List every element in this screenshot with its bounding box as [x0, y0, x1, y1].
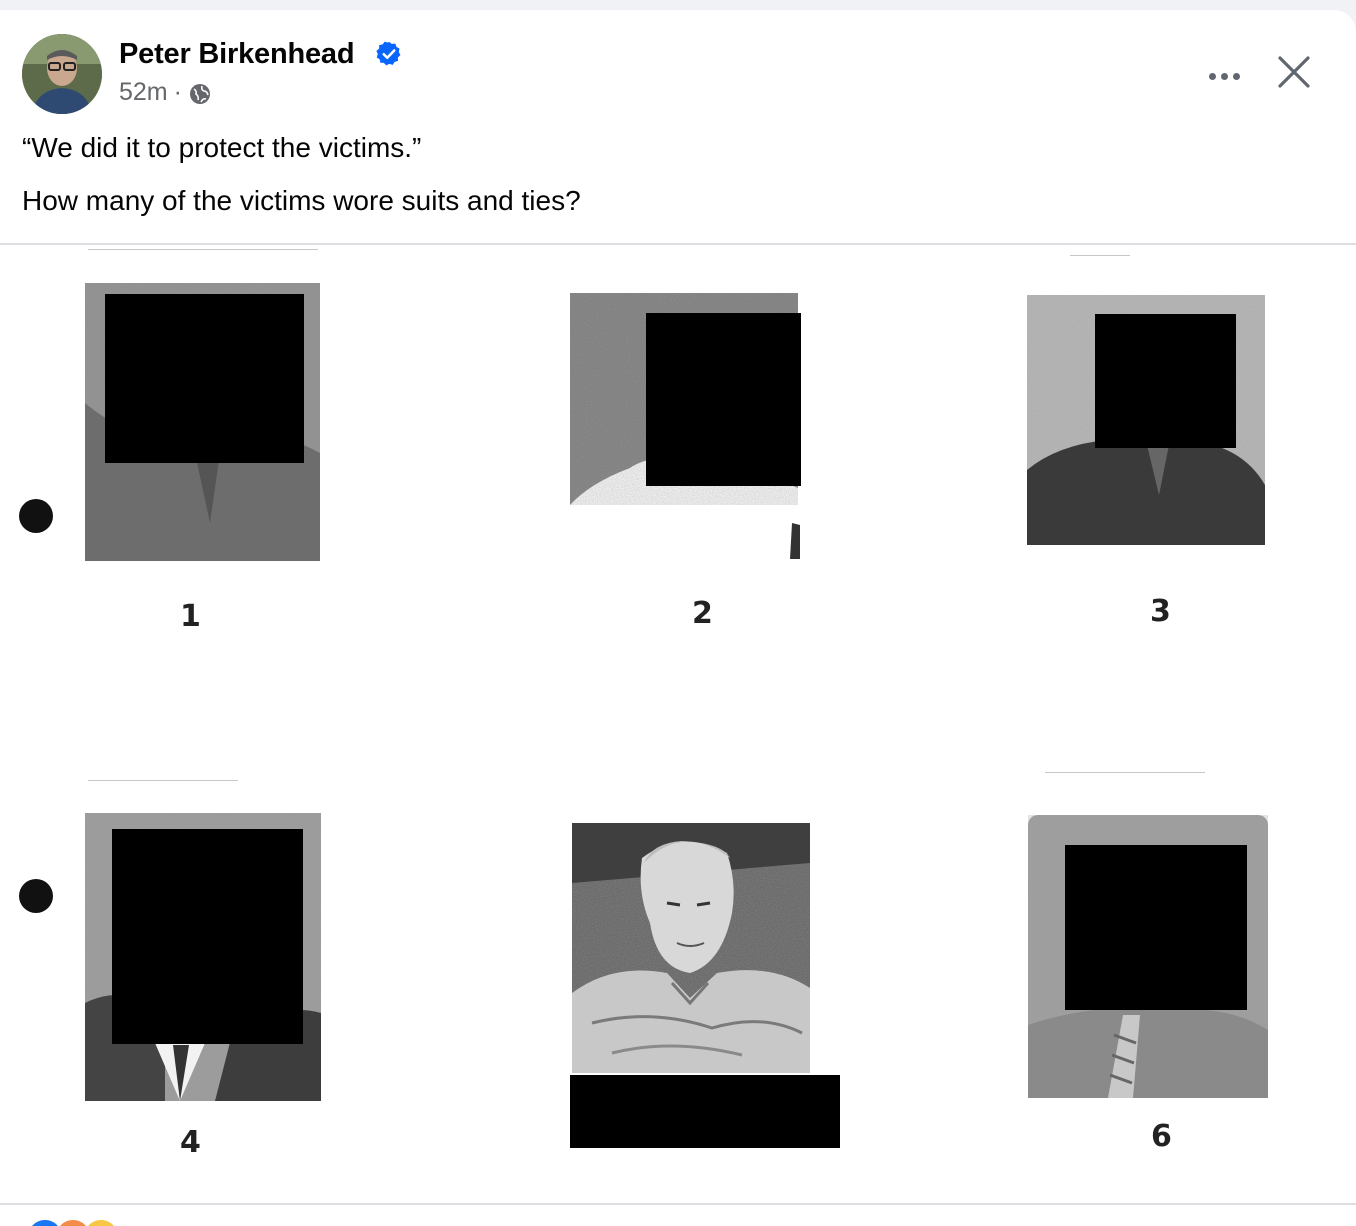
post-text-line-1: “We did it to protect the victims.” [22, 132, 422, 163]
scan-line [88, 249, 318, 250]
more-dot [1232, 72, 1240, 80]
lineup-label-3: 3 [1150, 594, 1171, 629]
redaction-box [105, 294, 304, 463]
redaction-box [1095, 314, 1236, 448]
lineup-label-4: 4 [180, 1125, 201, 1160]
author-avatar[interactable] [22, 34, 102, 114]
post-meta: 52m · [119, 78, 212, 107]
redaction-box [570, 1075, 840, 1148]
more-options-button[interactable] [1204, 62, 1244, 90]
redaction-box [112, 829, 303, 1044]
close-icon[interactable] [1274, 52, 1314, 92]
scan-line [88, 780, 238, 781]
redaction-box [646, 313, 801, 486]
more-dot [1208, 72, 1216, 80]
avatar-image [22, 34, 102, 114]
more-dot [1220, 72, 1228, 80]
post-header: Peter Birkenhead 52m · [22, 34, 1334, 116]
reactions-divider [0, 1203, 1356, 1205]
author-name[interactable]: Peter Birkenhead [119, 38, 355, 71]
post-image[interactable]: 1 2 3 4 6 [0, 245, 1356, 1203]
binder-hole [19, 879, 53, 913]
lineup-label-6: 6 [1151, 1119, 1172, 1154]
meta-separator: · [173, 78, 182, 106]
scan-line [1045, 772, 1205, 773]
lineup-label-2: 2 [692, 596, 713, 631]
post-card: Peter Birkenhead 52m · “We did it to pro… [0, 10, 1356, 1226]
post-text-line-2: How many of the victims wore suits and t… [22, 185, 581, 216]
lineup-label-1: 1 [180, 599, 201, 634]
verified-badge-icon [376, 41, 401, 66]
post-timestamp[interactable]: 52m [119, 78, 168, 107]
globe-icon [189, 84, 210, 104]
lineup-photo-5 [572, 823, 810, 1073]
redaction-box [1065, 845, 1247, 1010]
haha-reaction-icon [82, 1218, 120, 1226]
scan-line [1070, 255, 1130, 256]
binder-hole [19, 499, 53, 533]
